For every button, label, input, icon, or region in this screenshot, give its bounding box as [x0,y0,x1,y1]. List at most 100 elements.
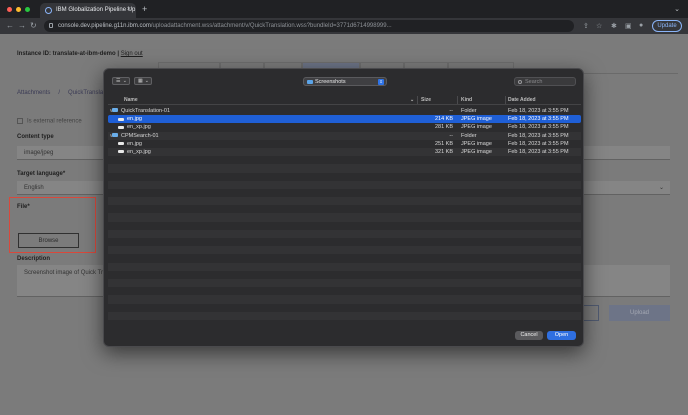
column-divider[interactable] [417,96,418,104]
back-arrow-icon[interactable]: ← [6,21,14,30]
upload-button[interactable]: Upload [609,305,670,321]
empty-row [108,278,581,288]
file-kind: JPEG image [461,148,492,155]
empty-row [108,238,581,247]
empty-row [108,164,581,173]
minimize-window-icon[interactable] [16,7,21,12]
column-kind[interactable]: Kind [461,97,472,103]
empty-row [108,180,581,189]
file-name: en_xp.jpg [127,148,151,155]
column-divider[interactable] [457,96,458,104]
chevron-down-icon: ⌄ [122,78,127,84]
browser-toolbar: ← → ↻ console.dev.pipeline.g11n.ibm.com/… [0,18,688,34]
zoom-window-icon[interactable] [25,7,30,12]
empty-row [108,221,581,230]
cancel-button[interactable]: Cancel [515,331,543,340]
url-host: console.dev.pipeline.g11n.ibm.com [58,23,151,29]
file-kind: JPEG image [461,116,492,123]
file-name: CPMSearch-01 [121,132,159,139]
view-mode-list-button[interactable]: ☰ ⌄ [112,77,130,85]
location-label: Screenshots [315,79,346,85]
file-kind: JPEG image [461,124,492,131]
chevron-down-icon: ⌄ [144,78,149,84]
extensions-icon[interactable]: ✱ [611,22,617,30]
browser-tab-bar: IBM Globalization Pipeline Up × + ⌄ [0,0,688,18]
empty-row [108,172,581,181]
file-kind: Folder [461,132,477,139]
view-mode-grid-button[interactable]: ▦ ⌄ [134,77,152,85]
sidepanel-icon[interactable]: ▣ [625,22,632,30]
column-size[interactable]: Size [421,97,431,103]
file-list: vQuickTranslation-01--FolderFeb 18, 2023… [108,107,581,329]
empty-row [108,303,581,312]
list-view-icon: ☰ [116,78,121,84]
file-date: Feb 18, 2023 at 3:55 PM [508,124,569,131]
search-input[interactable]: Search [514,77,576,86]
folder-icon [112,108,118,112]
browser-tab-title: IBM Globalization Pipeline Up [56,7,136,13]
column-divider[interactable] [505,96,506,104]
column-headers: Name ⌄ Size Kind Date Added [108,96,581,105]
lock-icon [49,23,53,28]
close-tab-icon[interactable]: × [127,6,131,13]
column-name[interactable]: Name [124,97,138,103]
file-date: Feb 18, 2023 at 3:55 PM [508,116,569,123]
open-button[interactable]: Open [547,331,576,340]
file-size: -- [449,108,453,114]
file-row[interactable]: en.jpg 251 KB JPEG image Feb 18, 2023 at 3:… [108,140,581,148]
file-row[interactable]: vCPMSearch-01--FolderFeb 18, 2023 at 3:5… [108,131,581,140]
empty-row [108,295,581,304]
file-row-selected[interactable]: en.jpg 214 KB JPEG image Feb 18, 2023 at 3:… [108,115,581,124]
file-size: -- [449,132,453,139]
browse-button[interactable]: Browse [18,233,79,248]
file-name: QuickTranslation-01 [121,108,171,114]
description-value: Screenshot image of Quick Tra [24,270,107,276]
file-date: Feb 18, 2023 at 3:55 PM [508,140,569,147]
empty-row [108,246,581,255]
empty-row [108,197,581,206]
empty-row [108,229,581,238]
address-bar[interactable]: console.dev.pipeline.g11n.ibm.com/upload… [44,20,574,32]
reload-icon[interactable]: ↻ [30,21,37,30]
target-language-label: Target language* [17,171,66,177]
file-kind: Folder [461,108,477,114]
breadcrumb: Attachments / QuickTranslat [17,90,105,96]
file-row[interactable]: en_xp.jpg 281 KB JPEG image Feb 18, 2023 at… [108,123,581,131]
external-reference-checkbox[interactable]: Is external reference [17,118,82,125]
file-size: 321 KB [434,148,453,155]
sort-chevron-icon[interactable]: ⌄ [410,97,414,103]
instance-id-label: Instance ID: translate-at-ibm-demo [17,51,116,57]
checkbox-box[interactable] [17,118,23,124]
file-row[interactable]: vQuickTranslation-01--FolderFeb 18, 2023… [108,107,581,115]
url-path: /uploadattachment.wss/attachment/v/Quick… [150,23,392,29]
file-picker-dialog: ☰ ⌄ ▦ ⌄ Screenshots ⇕ Search Name ⌄ Size K… [103,68,584,347]
location-popup[interactable]: Screenshots ⇕ [303,77,387,86]
profile-avatar-icon[interactable]: ● [639,22,643,29]
empty-row [108,205,581,214]
up-down-chevron-icon: ⇕ [378,79,384,85]
update-button[interactable]: Update [652,20,682,32]
new-tab-button[interactable]: + [142,4,147,14]
empty-row [108,270,581,279]
bookmark-star-icon[interactable]: ☆ [596,22,602,30]
breadcrumb-attachments[interactable]: Attachments [17,90,50,96]
empty-row [108,287,581,296]
breadcrumb-separator: / [58,90,61,96]
browser-tab[interactable]: IBM Globalization Pipeline Up × [40,3,136,18]
file-label: File* [17,204,30,210]
chevron-down-icon[interactable]: ⌄ [674,5,680,13]
file-date: Feb 18, 2023 at 3:55 PM [508,108,569,114]
column-date-added[interactable]: Date Added [508,97,536,103]
empty-row [108,156,581,165]
file-row[interactable]: en_xp.jpg 321 KB JPEG image Feb 18, 2023 at… [108,147,581,157]
empty-row [108,262,581,271]
forward-arrow-icon[interactable]: → [18,21,26,30]
empty-row [108,311,581,320]
image-file-icon [118,125,124,129]
share-icon[interactable]: ⇪ [583,22,589,30]
close-window-icon[interactable] [7,7,12,12]
sign-out-link[interactable]: Sign out [121,51,143,57]
file-size: 251 KB [434,140,453,147]
empty-row [108,254,581,263]
image-file-icon [118,142,124,146]
